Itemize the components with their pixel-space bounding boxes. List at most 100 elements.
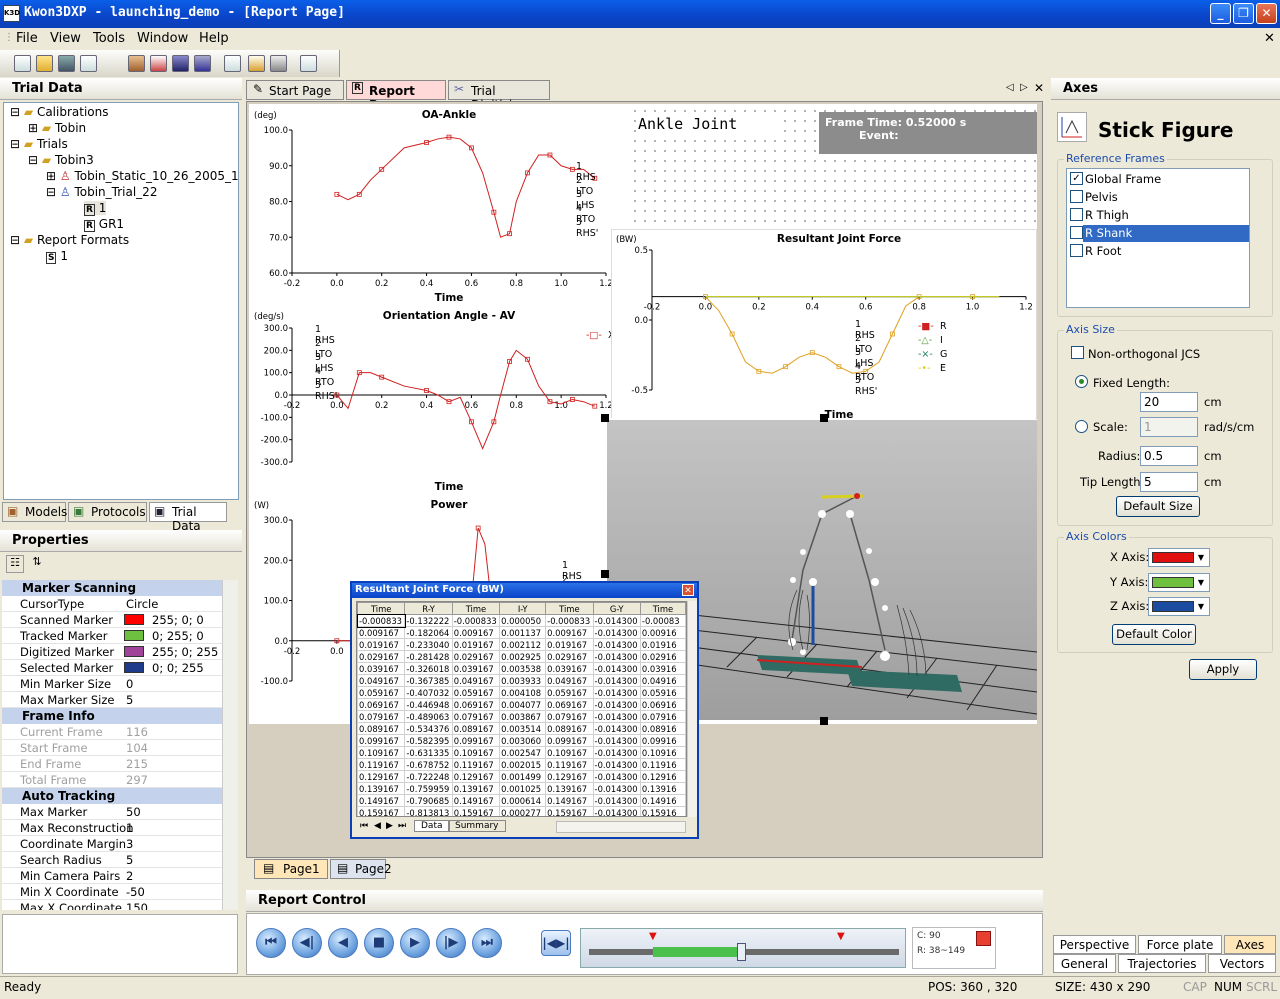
grid-cell[interactable]: 0.002015 <box>499 758 547 771</box>
table-row[interactable]: 0.049167 -0.367385 0.049167 0.003933 0.04916… <box>357 674 686 687</box>
grid-cell[interactable]: -0.014300 <box>592 674 641 687</box>
property-scrollbar[interactable] <box>222 580 238 910</box>
tab-protocols[interactable]: ▣ Protocols <box>68 502 147 522</box>
grid-cell[interactable]: 0.049167 <box>451 674 501 687</box>
grid-cell[interactable]: 0.119167 <box>357 758 406 771</box>
grid-cell[interactable]: -0.014300 <box>592 698 641 711</box>
model-icon[interactable] <box>128 55 145 72</box>
chart-orientation-av[interactable]: Orientation Angle - AV (deg/s) Time 300.0 20… <box>250 307 626 493</box>
fit-range-button[interactable]: |◀▶| <box>541 930 571 956</box>
prop-cursortype[interactable]: CursorType Circle <box>2 596 222 612</box>
grid-header-5[interactable]: G-Y <box>592 602 641 615</box>
grid-cell[interactable]: 0.069167 <box>357 698 406 711</box>
stop-button[interactable]: ■ <box>364 928 394 958</box>
grid-cell[interactable]: 0.004077 <box>499 698 547 711</box>
grid-cell[interactable]: 0.003538 <box>499 662 547 675</box>
checkbox-r-shank[interactable] <box>1070 226 1083 239</box>
sheet-prev-icon[interactable]: ◀ <box>374 821 381 831</box>
grid-cell[interactable]: 0.08916 <box>639 722 686 735</box>
tip-length-input[interactable]: 5 <box>1140 472 1198 492</box>
report-icon[interactable] <box>194 55 211 72</box>
step-back-button[interactable]: ◀| <box>292 928 322 958</box>
prop-digitized-marker[interactable]: Digitized Marker 255; 0; 255 <box>2 644 222 660</box>
grid-cell[interactable]: 0.02916 <box>639 650 686 663</box>
table-row[interactable]: 0.149167 -0.790685 0.149167 0.000614 0.14916… <box>357 794 686 807</box>
slider-thumb[interactable] <box>737 943 746 961</box>
table-row[interactable]: 0.039167 -0.326018 0.039167 0.003538 0.03916… <box>357 662 686 675</box>
grid-cell[interactable]: 0.05916 <box>639 686 686 699</box>
tree-item-report-1[interactable]: R 1 <box>84 201 107 216</box>
settings-icon[interactable] <box>300 55 317 72</box>
open-folder-icon[interactable] <box>36 55 53 72</box>
grid-vscroll[interactable] <box>687 601 697 817</box>
table-row[interactable]: 0.139167 -0.759959 0.139167 0.001025 0.13916… <box>357 782 686 795</box>
table-row[interactable]: 0.099167 -0.582395 0.099167 0.003060 0.09916… <box>357 734 686 747</box>
grid-header-3[interactable]: I-Y <box>499 602 547 615</box>
last-frame-button[interactable]: ⏭ <box>472 928 502 958</box>
default-color-button[interactable]: Default Color <box>1112 624 1196 645</box>
grid-cell[interactable]: 0.089167 <box>545 722 594 735</box>
grid-cell[interactable]: 0.139167 <box>545 782 594 795</box>
sort-az-icon[interactable]: ⇅ <box>28 555 46 573</box>
table-close-icon[interactable]: ✕ <box>682 584 694 596</box>
grid-cell[interactable]: -0.014300 <box>592 614 641 627</box>
grid-cell[interactable]: 0.059167 <box>545 686 594 699</box>
menu-help[interactable]: Help <box>199 31 229 46</box>
frame-slider[interactable]: ▼ ▼ <box>580 928 906 968</box>
grid-cell[interactable]: -0.014300 <box>592 722 641 735</box>
grid-cell[interactable]: -0.014300 <box>592 626 641 639</box>
table-row[interactable]: 0.089167 -0.534376 0.089167 0.003514 0.08916… <box>357 722 686 735</box>
grid-cell[interactable]: -0.582395 <box>404 734 453 747</box>
grid-cell[interactable]: 0.019167 <box>451 638 501 651</box>
tab-models[interactable]: ▣ Models <box>2 502 67 522</box>
tab-page1[interactable]: ▤ Page1 <box>254 859 328 879</box>
prop-min-x-coordinate[interactable]: Min X Coordinate -50 <box>2 884 222 900</box>
grid-cell[interactable]: 0.139167 <box>357 782 406 795</box>
prop-selected-marker[interactable]: Selected Marker 0; 0; 255 <box>2 660 222 676</box>
grid-cell[interactable]: -0.014300 <box>592 758 641 771</box>
wand-icon[interactable] <box>224 55 241 72</box>
grid-cell[interactable]: 0.12916 <box>639 770 686 783</box>
frame-global[interactable]: Global Frame <box>1085 172 1161 186</box>
grid-cell[interactable]: 0.03916 <box>639 662 686 675</box>
tree-item-tobin3[interactable]: ⊟ ▰ Tobin3 <box>28 153 94 167</box>
table-row[interactable]: 0.019167 -0.233040 0.019167 0.002112 0.01916… <box>357 638 686 651</box>
grid-cell[interactable]: 0.109167 <box>545 746 594 759</box>
grid-cell[interactable]: 0.109167 <box>451 746 501 759</box>
category-marker-scanning[interactable]: Marker Scanning <box>2 580 222 596</box>
grid-cell[interactable]: 0.129167 <box>357 770 406 783</box>
tree-item-format-1[interactable]: S 1 <box>46 249 68 264</box>
play-reverse-button[interactable]: ◀ <box>328 928 358 958</box>
grid-header-2[interactable]: Time <box>451 602 501 615</box>
tab-page2[interactable]: ▤ Page2 <box>330 859 392 879</box>
radius-input[interactable]: 0.5 <box>1140 446 1198 466</box>
prop-max-reconstruction[interactable]: Max Reconstruction 1 <box>2 820 222 836</box>
resultant-force-table-window[interactable]: Resultant Joint Force (BW) ✕ Time R-Y Time… <box>350 581 699 839</box>
grid-cell[interactable]: 0.04916 <box>639 674 686 687</box>
apply-button[interactable]: Apply <box>1189 659 1257 680</box>
sheet-tab-summary[interactable]: Summary <box>448 820 506 832</box>
grid-cell[interactable]: 0.099167 <box>545 734 594 747</box>
checkbox-r-thigh[interactable] <box>1070 208 1083 221</box>
grid-cell[interactable]: 0.129167 <box>545 770 594 783</box>
grid-cell[interactable]: -0.132222 <box>404 614 453 627</box>
grid-cell[interactable]: 0.15916 <box>639 806 686 816</box>
grid-cell[interactable]: 0.003060 <box>499 734 547 747</box>
table-row[interactable]: 0.069167 -0.446948 0.069167 0.004077 0.06916… <box>357 698 686 711</box>
mdi-close-icon[interactable]: ✕ <box>1264 31 1275 46</box>
menu-view[interactable]: View <box>50 31 81 46</box>
grid-cell[interactable]: 0.001025 <box>499 782 547 795</box>
new-icon[interactable] <box>14 55 31 72</box>
grid-cell[interactable]: 0.002925 <box>499 650 547 663</box>
tab-start-page[interactable]: ✎ Start Page <box>246 80 344 100</box>
grid-cell[interactable]: 0.002547 <box>499 746 547 759</box>
menu-window[interactable]: Window <box>137 31 188 46</box>
category-frame-info[interactable]: Frame Info <box>2 708 222 724</box>
film-icon[interactable] <box>172 55 189 72</box>
chart-oa-ankle[interactable]: OA-Ankle (deg) Time 100.0 90.0 80.0 70.0 60.0 -0… <box>250 106 626 304</box>
step-forward-button[interactable]: |▶ <box>436 928 466 958</box>
frame-r-foot[interactable]: R Foot <box>1085 244 1121 258</box>
grid-header-1[interactable]: R-Y <box>404 602 453 615</box>
camera-icon[interactable] <box>270 55 287 72</box>
frame-r-shank[interactable]: R Shank <box>1085 226 1132 240</box>
